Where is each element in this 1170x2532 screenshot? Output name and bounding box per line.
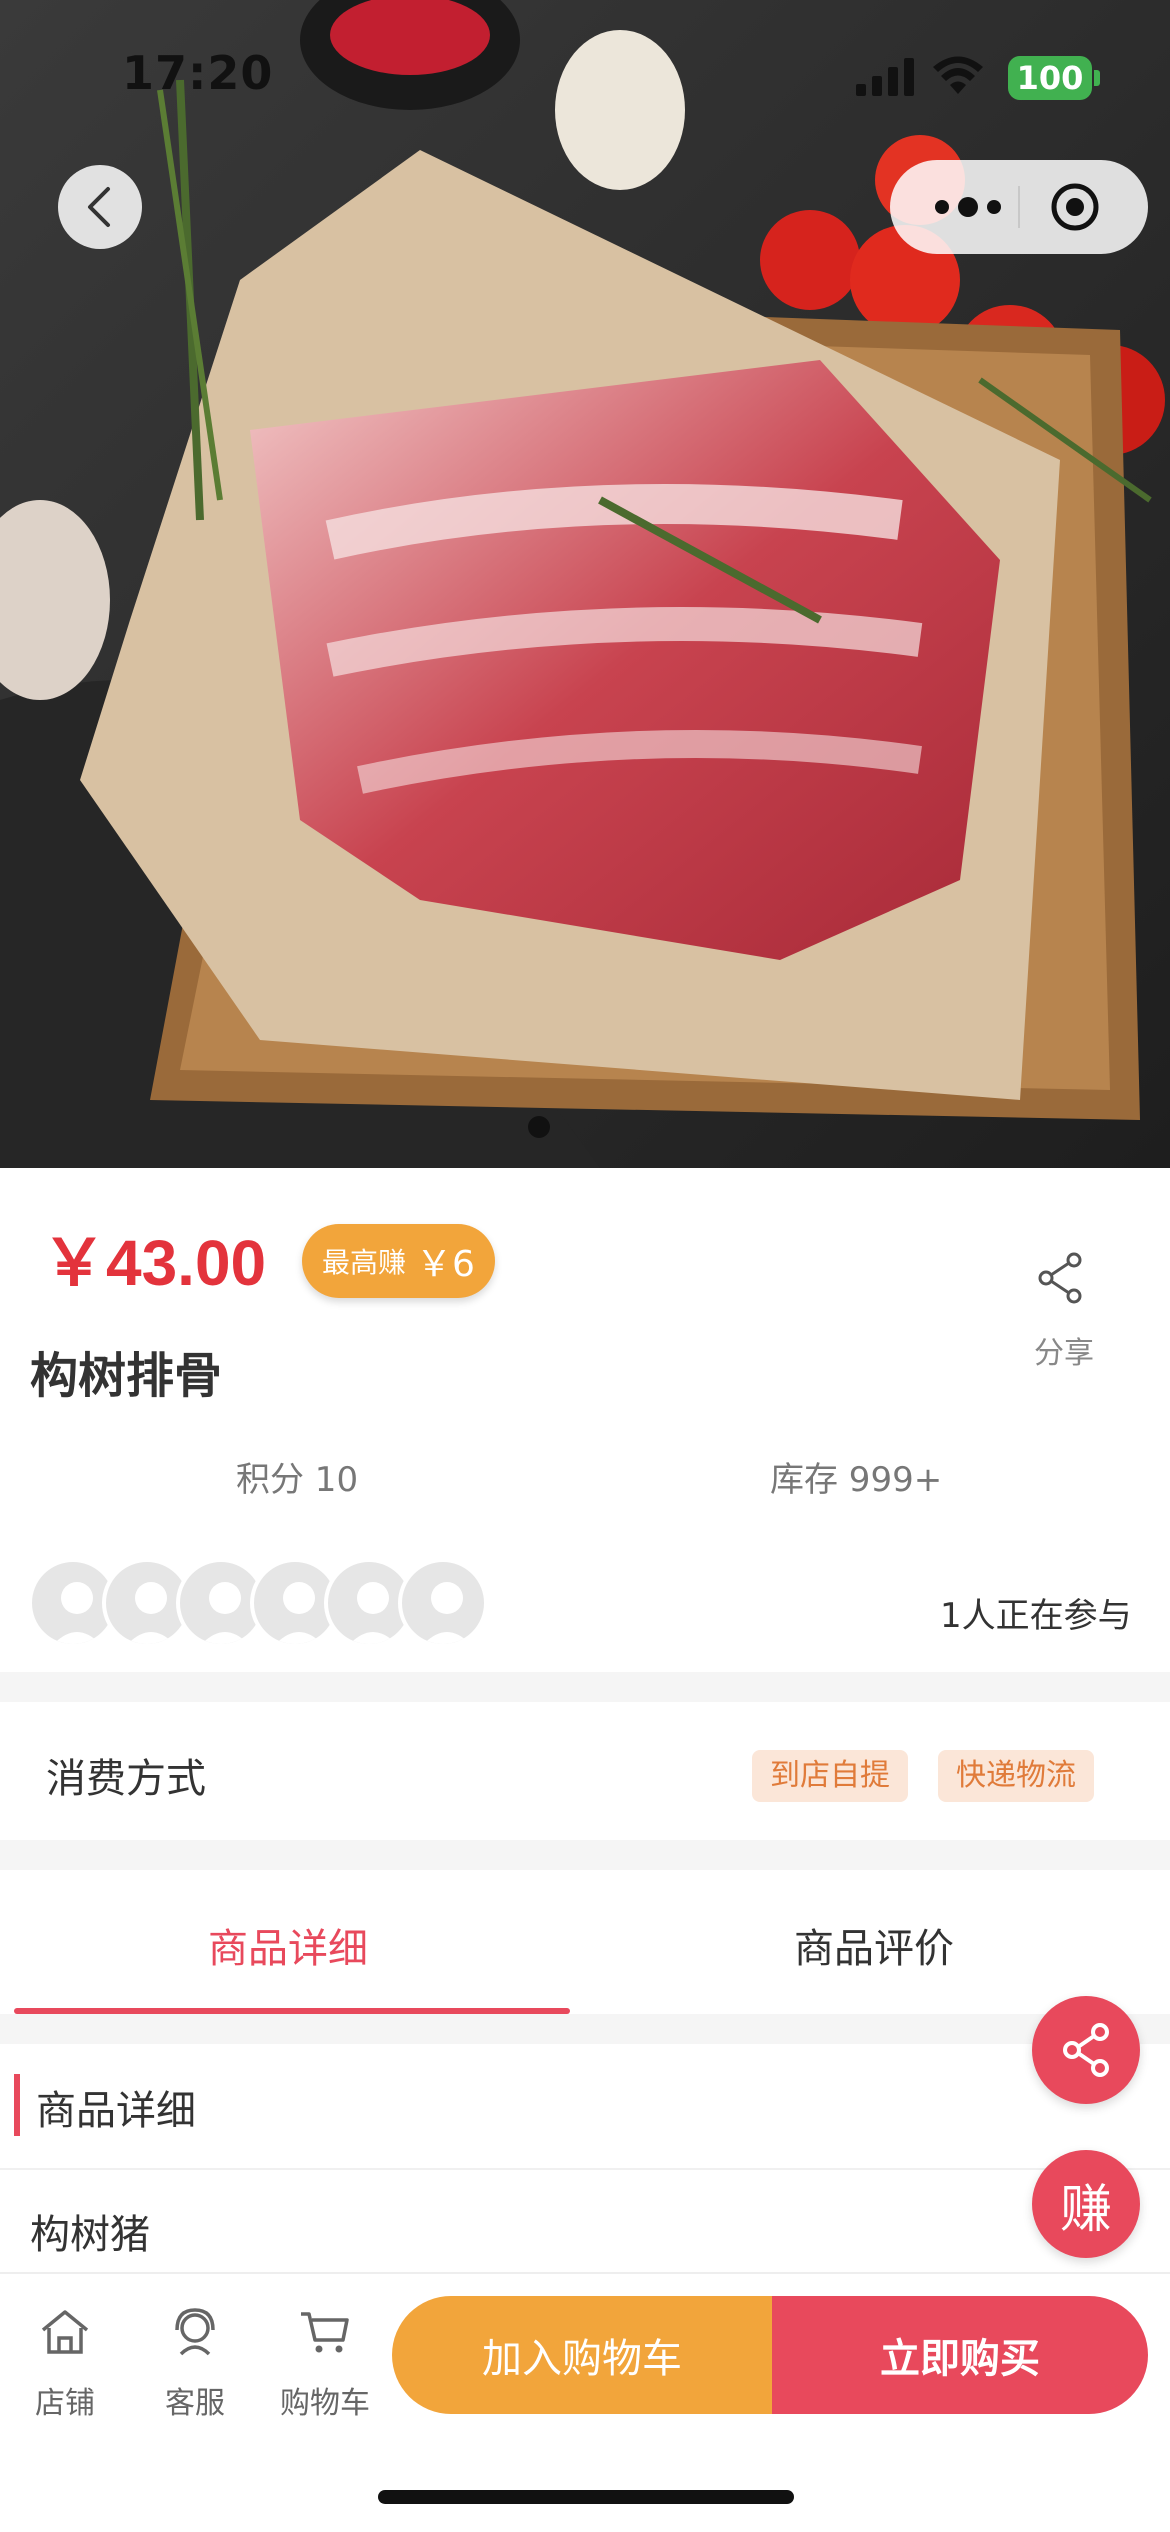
home-indicator: [378, 2490, 794, 2504]
tag-pickup: 到店自提: [752, 1750, 908, 1802]
nav-store-label: 店铺: [35, 2386, 95, 2421]
nav-service[interactable]: 客服: [140, 2304, 250, 2422]
store-icon: [41, 2310, 89, 2354]
more-dots-icon[interactable]: [928, 190, 1008, 224]
floating-earn-button[interactable]: 赚: [1032, 2150, 1140, 2258]
share-icon[interactable]: [1030, 1248, 1090, 1308]
consumption-method: 消费方式 到店自提 快递物流: [0, 1702, 1170, 1840]
tag-express: 快递物流: [938, 1750, 1094, 1802]
earn-value: ￥6: [416, 1244, 475, 1285]
consumption-label: 消费方式: [46, 1756, 206, 1802]
target-icon[interactable]: [1050, 182, 1100, 232]
earn-label: 最高赚: [322, 1246, 407, 1279]
product-price: ￥43.00: [42, 1227, 267, 1299]
nav-service-label: 客服: [165, 2386, 225, 2421]
points-value: 积分 10: [236, 1460, 359, 1500]
nav-cart-label: 购物车: [280, 2386, 370, 2421]
participant-avatars: [28, 1558, 508, 1648]
tab-product-detail[interactable]: 商品详细: [208, 1916, 368, 1974]
section-accent-bar: [14, 2074, 20, 2136]
back-icon: [88, 187, 110, 227]
signal-icon: [856, 58, 914, 96]
product-detail-page: 17:20 100 ￥43.00 最高赚 ￥6 分享 构树排骨 积分 10 库存…: [0, 0, 1170, 2532]
back-button[interactable]: [58, 165, 142, 249]
add-to-cart-button[interactable]: 加入购物车: [392, 2296, 772, 2414]
avatar: [398, 1558, 488, 1648]
tab-underline: [14, 2008, 570, 2014]
battery-tip: [1094, 70, 1100, 86]
status-time: 17:20: [122, 46, 274, 100]
product-info-card: ￥43.00 最高赚 ￥6 分享 构树排骨 积分 10 库存 999+ 1人正在…: [0, 1168, 1170, 1672]
mini-program-capsule: [890, 160, 1148, 254]
cart-icon: [301, 2312, 349, 2353]
floating-share-button[interactable]: [1032, 1996, 1140, 2104]
divider: [0, 2168, 1170, 2170]
detail-section-title: 商品详细: [36, 2088, 196, 2134]
nav-cart[interactable]: 购物车: [270, 2304, 380, 2422]
wifi-icon: [933, 56, 983, 94]
share-icon: [1063, 2023, 1109, 2077]
product-title: 构树排骨: [30, 1348, 223, 1404]
product-detail-section: 商品详细 构树猪: [0, 2044, 1170, 2274]
nav-store[interactable]: 店铺: [10, 2304, 120, 2422]
tab-product-reviews[interactable]: 商品评价: [794, 1916, 954, 1974]
share-label[interactable]: 分享: [1034, 1328, 1094, 1372]
service-icon: [175, 2308, 215, 2356]
earn-badge: 最高赚 ￥6: [302, 1224, 495, 1298]
buy-now-button[interactable]: 立即购买: [772, 2296, 1148, 2414]
detail-tabs: 商品详细 商品评价: [0, 1870, 1170, 2014]
participants-count: 1人正在参与: [940, 1596, 1132, 1636]
battery-indicator: 100: [1008, 56, 1092, 100]
status-bar: 17:20 100: [0, 0, 1170, 150]
stock-value: 库存 999+: [770, 1460, 943, 1500]
capsule-divider: [1018, 186, 1020, 228]
detail-body-text: 构树猪: [30, 2212, 150, 2258]
carousel-indicator[interactable]: [528, 1116, 550, 1138]
